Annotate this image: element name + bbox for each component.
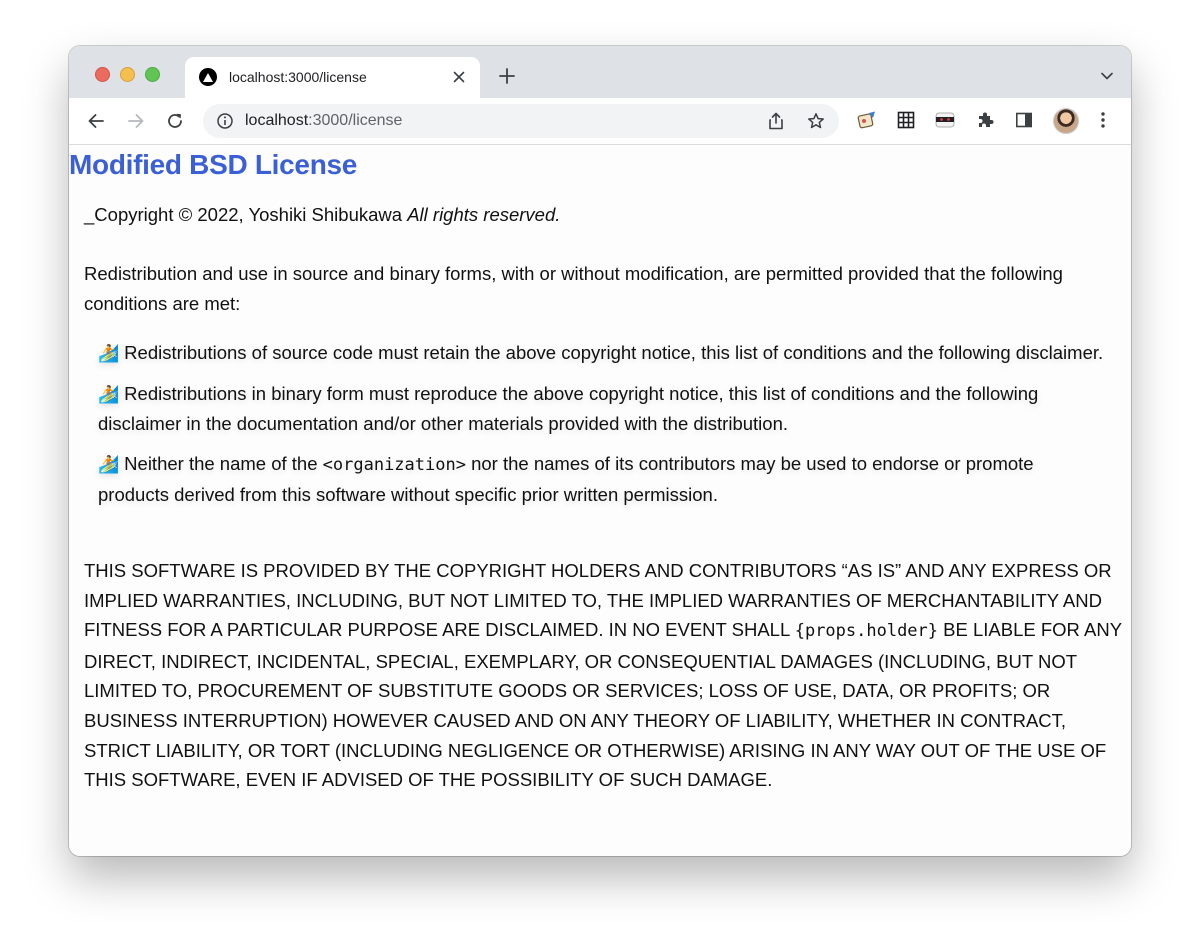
puzzle-extensions-icon[interactable] (974, 109, 996, 131)
kebab-menu-icon[interactable] (1092, 109, 1114, 131)
copyright-line: _Copyright © 2022, Yoshiki Shibukawa All… (84, 200, 560, 230)
surfer-bullet-icon: 🏄 (98, 384, 120, 404)
chevron-down-icon[interactable] (1099, 68, 1115, 84)
condition-text: Neither the name of the (124, 452, 323, 474)
reload-icon[interactable] (161, 107, 189, 135)
copyright-rights: All rights reserved. (407, 204, 561, 225)
close-window-light[interactable] (95, 67, 110, 82)
mask-extension-icon[interactable] (934, 109, 956, 131)
close-icon[interactable] (448, 66, 470, 88)
share-icon[interactable] (765, 110, 787, 132)
browser-window: localhost:3000/license localhost:3000/li… (69, 46, 1131, 856)
page-content: Modified BSD License _Copyright © 2022, … (69, 145, 1131, 856)
info-icon[interactable] (216, 112, 234, 130)
back-arrow-icon[interactable] (82, 107, 110, 135)
list-item: 🏄 Redistributions of source code must ret… (98, 338, 1108, 369)
side-panel-icon[interactable] (1013, 109, 1035, 131)
warranty-disclaimer: THIS SOFTWARE IS PROVIDED BY THE COPYRIG… (84, 556, 1124, 795)
plus-icon[interactable] (496, 65, 518, 87)
tab-strip: localhost:3000/license (69, 46, 1131, 98)
vercel-triangle-icon (199, 68, 217, 86)
holder-code: {props.holder} (794, 621, 939, 642)
condition-text: Redistributions of source code must reta… (124, 342, 1104, 363)
url-text[interactable]: localhost:3000/license (245, 112, 402, 130)
address-bar[interactable]: localhost:3000/license (203, 104, 839, 138)
url-path: :3000/license (308, 112, 403, 129)
surfer-bullet-icon: 🏄 (98, 344, 120, 363)
profile-avatar[interactable] (1053, 108, 1079, 134)
grid-extension-icon[interactable] (895, 109, 917, 131)
organization-code: <organization> (322, 454, 466, 475)
star-icon[interactable] (805, 110, 827, 132)
list-item: 🏄 Neither the name of the <organization> … (98, 449, 1108, 510)
page-title: Modified BSD License (69, 149, 358, 180)
zoom-window-light[interactable] (145, 67, 160, 82)
license-intro: Redistribution and use in source and bin… (84, 263, 1063, 314)
tab-active[interactable]: localhost:3000/license (185, 57, 480, 98)
tab-title: localhost:3000/license (229, 69, 367, 85)
surfer-bullet-icon: 🏄 (98, 454, 120, 474)
browser-toolbar: localhost:3000/license (69, 98, 1131, 145)
copyright-text: _Copyright © 2022, Yoshiki Shibukawa (84, 204, 408, 225)
disclaimer-text-rest: BE LIABLE FOR ANY DIRECT, INDIRECT, INCI… (84, 619, 1122, 791)
url-host: localhost (245, 112, 309, 129)
conditions-list: 🏄 Redistributions of source code must ret… (98, 338, 1108, 520)
condition-text: Redistributions in binary form must repr… (98, 382, 1039, 435)
minimize-window-light[interactable] (120, 67, 135, 82)
list-item: 🏄 Redistributions in binary form must rep… (98, 379, 1108, 439)
forward-arrow-icon[interactable] (122, 107, 150, 135)
paint-extension-icon[interactable] (856, 109, 878, 131)
